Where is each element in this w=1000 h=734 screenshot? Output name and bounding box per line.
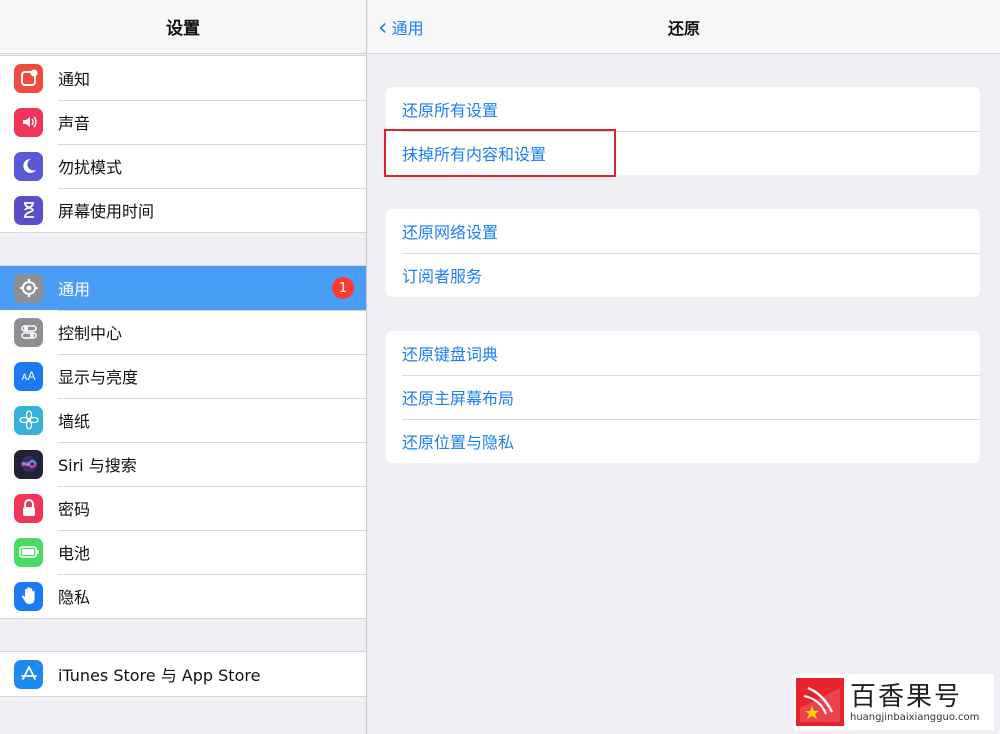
toggles-icon [14,317,43,347]
watermark-logo [796,678,844,726]
reset-keyboard-dictionary-button[interactable]: 还原键盘词典 [386,331,980,375]
back-label: 通用 [391,19,424,38]
sidebar-item-label: 通用 [58,280,91,299]
sidebar-item-do-not-disturb[interactable]: 勿扰模式 [0,144,366,188]
sounds-icon [14,107,43,137]
display-icon: ᴀA [14,361,43,391]
sidebar-group-2: 通用 1 控制中心 ᴀA 显示与亮度 墙纸 Siri 与搜索 密码 电池 隐私 [0,265,366,619]
sidebar-group-1: 通知 声音 勿扰模式 屏幕使用时间 [0,55,366,233]
sidebar-item-passcode[interactable]: 密码 [0,486,366,530]
sidebar-item-label: 控制中心 [58,324,123,343]
sidebar-group-3: iTunes Store 与 App Store [0,651,366,697]
watermark-url: huangjinbaixiangguo.com [850,711,980,723]
sidebar-item-notifications[interactable]: 通知 [0,56,366,100]
reset-all-settings-button[interactable]: 还原所有设置 [386,87,980,131]
sidebar-item-label: 通知 [58,70,91,89]
sidebar-item-wallpaper[interactable]: 墙纸 [0,398,366,442]
watermark: 百香果号 huangjinbaixiangguo.com [794,674,994,730]
watermark-title: 百香果号 [850,681,963,712]
settings-sidebar: 设置 通知 声音 勿扰模式 屏幕使用时间 通用 1 控制中心 ᴀA 显示与亮度 … [0,0,367,734]
sidebar-item-itunes-app-store[interactable]: iTunes Store 与 App Store [0,652,366,696]
sidebar-title: 设置 [0,0,366,54]
reset-group-3: 还原键盘词典 还原主屏幕布局 还原位置与隐私 [386,331,980,463]
lock-icon [14,493,43,523]
sidebar-item-label: 密码 [58,500,91,519]
sidebar-item-label: Siri 与搜索 [58,456,137,475]
page-title: 还原 [667,18,700,38]
notifications-icon [14,63,43,93]
hourglass-icon [14,195,43,225]
sidebar-item-label: 电池 [58,544,91,563]
notification-badge: 1 [332,277,354,299]
option-label: 还原网络设置 [402,223,499,242]
sidebar-item-label: iTunes Store 与 App Store [58,666,261,685]
sidebar-item-label: 屏幕使用时间 [58,202,155,221]
sidebar-item-label: 勿扰模式 [58,158,123,177]
chevron-left-icon: ‹ [378,13,388,41]
flower-icon [14,405,43,435]
option-label: 还原键盘词典 [402,345,499,364]
subscriber-services-button[interactable]: 订阅者服务 [386,253,980,297]
app-store-icon [14,659,43,689]
siri-icon [14,449,43,479]
option-label: 还原位置与隐私 [402,433,515,452]
reset-home-screen-layout-button[interactable]: 还原主屏幕布局 [386,375,980,419]
sidebar-item-control-center[interactable]: 控制中心 [0,310,366,354]
gear-icon [14,273,43,303]
battery-icon [14,537,43,567]
sidebar-item-general[interactable]: 通用 1 [0,266,366,310]
sidebar-item-privacy[interactable]: 隐私 [0,574,366,618]
back-button[interactable]: ‹ 通用 [378,0,424,54]
option-label: 还原主屏幕布局 [402,389,515,408]
option-label: 还原所有设置 [402,101,499,120]
reset-network-settings-button[interactable]: 还原网络设置 [386,209,980,253]
hand-icon [14,581,43,611]
moon-icon [14,151,43,181]
sidebar-item-screen-time[interactable]: 屏幕使用时间 [0,188,366,232]
highlight-box [384,129,616,177]
reset-group-2: 还原网络设置 订阅者服务 [386,209,980,297]
sidebar-item-siri-search[interactable]: Siri 与搜索 [0,442,366,486]
reset-location-privacy-button[interactable]: 还原位置与隐私 [386,419,980,463]
sidebar-item-label: 声音 [58,114,91,133]
sidebar-item-label: 隐私 [58,588,91,607]
sidebar-item-sounds[interactable]: 声音 [0,100,366,144]
sidebar-item-label: 墙纸 [58,412,91,431]
sidebar-item-battery[interactable]: 电池 [0,530,366,574]
sidebar-item-display-brightness[interactable]: ᴀA 显示与亮度 [0,354,366,398]
reset-panel: ‹ 通用 还原 还原所有设置 抹掉所有内容和设置 还原网络设置 订阅者服务 还原… [368,0,1000,734]
option-label: 订阅者服务 [402,267,483,286]
nav-bar: ‹ 通用 还原 [368,0,1000,54]
sidebar-item-label: 显示与亮度 [58,368,139,387]
